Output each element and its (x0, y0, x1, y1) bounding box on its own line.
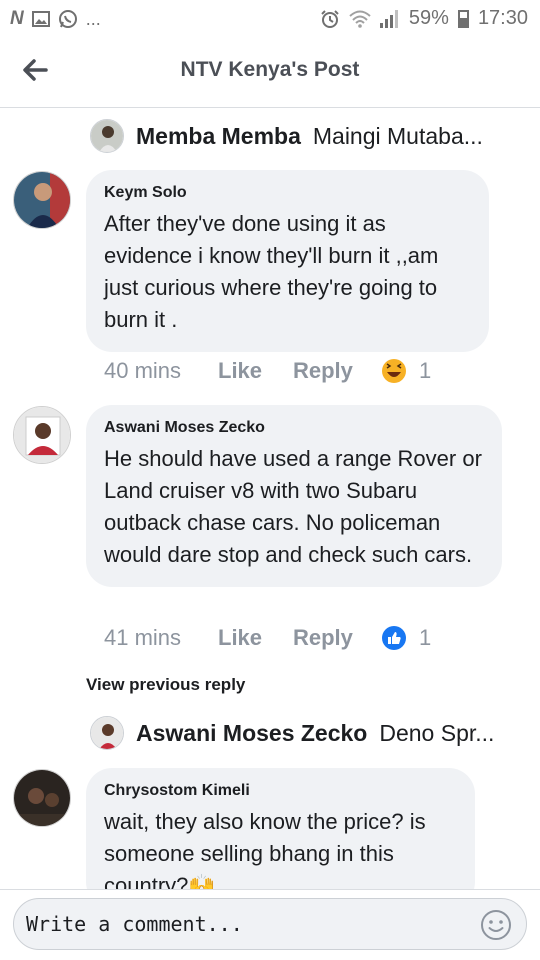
reply-button[interactable]: Reply (293, 358, 381, 384)
comment-bubble[interactable]: Chrysostom Kimeli wait, they also know t… (86, 768, 475, 889)
comment-input[interactable]: Write a comment... (13, 898, 527, 950)
comment-text: After they've done using it as evidence … (104, 211, 439, 332)
view-previous-reply-link[interactable]: View previous reply (86, 675, 245, 695)
more-icon: ... (85, 9, 101, 29)
battery-icon (457, 9, 469, 28)
reply-snippet[interactable]: Maingi Mutaba... (313, 123, 483, 150)
comment-time: 41 mins (104, 625, 182, 650)
wifi-icon (349, 10, 371, 28)
like-reaction-icon (382, 626, 406, 650)
comment-author[interactable]: Aswani Moses Zecko (104, 419, 484, 437)
comment-text: wait, they also know the price? is someo… (104, 809, 426, 889)
avatar[interactable] (90, 716, 124, 750)
battery-percent: 59% (408, 7, 449, 29)
comment-bubble[interactable]: Aswani Moses Zecko He should have used a… (86, 405, 502, 587)
clock: 17:30 (477, 7, 528, 29)
alarm-icon (321, 9, 339, 28)
signal-icon (379, 9, 400, 28)
comment-time: 40 mins (104, 358, 182, 383)
reply-snippet[interactable]: Deno Spr... (379, 720, 494, 747)
avatar[interactable] (13, 769, 71, 827)
status-bar-left: N ... (10, 8, 101, 30)
reaction-summary[interactable]: 1 (381, 625, 431, 651)
avatar[interactable] (13, 171, 71, 229)
comment-actions: 40 mins Like Reply 1 (104, 356, 431, 386)
whatsapp-icon (58, 10, 77, 28)
comment-bubble[interactable]: Keym Solo After they've done using it as… (86, 170, 489, 352)
netflix-icon: N (10, 8, 24, 29)
reply-button[interactable]: Reply (293, 625, 381, 651)
laugh-reaction-icon (382, 359, 406, 383)
avatar[interactable] (13, 406, 71, 464)
like-button[interactable]: Like (218, 625, 293, 651)
comment-actions: 41 mins Like Reply 1 (104, 623, 431, 653)
reply-preview-row[interactable]: Aswani Moses Zecko Deno Spr... (90, 713, 494, 753)
comment-composer-bar: Write a comment... (0, 889, 540, 960)
page-title: NTV Kenya's Post (180, 58, 360, 81)
gallery-icon (31, 11, 50, 27)
comment-input-placeholder[interactable]: Write a comment... (26, 912, 243, 936)
comment-author[interactable]: Chrysostom Kimeli (104, 782, 457, 800)
avatar[interactable] (90, 119, 124, 153)
comment-text: He should have used a range Rover or Lan… (104, 446, 482, 567)
comments-feed[interactable]: Memba Memba Maingi Mutaba... Keym Solo A… (0, 109, 540, 889)
header: NTV Kenya's Post (0, 38, 540, 108)
like-button[interactable]: Like (218, 358, 293, 384)
comment-author[interactable]: Keym Solo (104, 184, 471, 202)
reply-author-name[interactable]: Memba Memba (136, 123, 301, 150)
status-bar-right: 59% 17:30 (320, 7, 528, 30)
reply-author-name[interactable]: Aswani Moses Zecko (136, 720, 367, 747)
reply-preview-row[interactable]: Memba Memba Maingi Mutaba... (90, 116, 483, 156)
status-bar: N ... 59% 17:30 (0, 0, 540, 38)
reaction-count: 1 (419, 358, 432, 383)
reaction-count: 1 (419, 625, 432, 650)
smiley-icon[interactable] (480, 909, 512, 941)
reaction-summary[interactable]: 1 (381, 358, 431, 384)
